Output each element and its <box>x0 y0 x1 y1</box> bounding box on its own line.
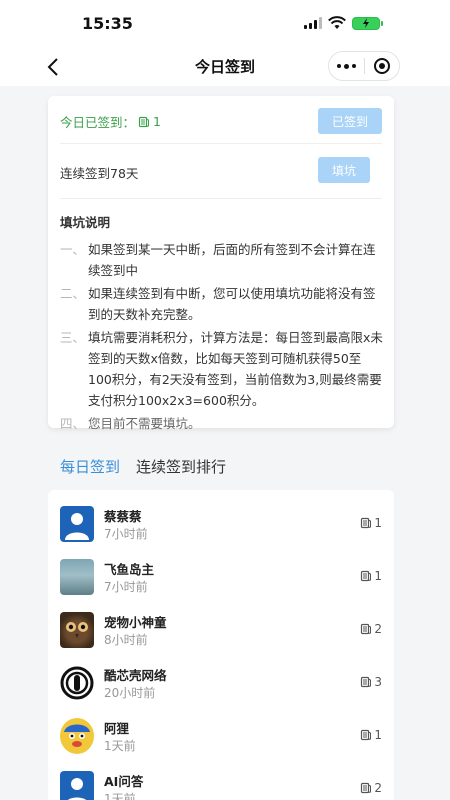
rule-text: 如果签到某一天中断，后面的所有签到不会计算在连续签到中 <box>88 242 376 278</box>
avatar <box>60 612 94 648</box>
list-item[interactable]: AI问答 1天前 2 <box>60 763 382 800</box>
checkin-tabs: 每日签到 连续签到排行 <box>60 456 226 477</box>
checkin-card: 今日已签到： 1 已签到 连续签到78天 填坑 填坑说明 一、 如果签到某一天中… <box>48 96 394 431</box>
list-item[interactable]: 宠物小神童 8小时前 2 <box>60 604 382 656</box>
user-name: 蔡蔡蔡 <box>104 509 142 524</box>
coin-count: 2 <box>360 622 382 636</box>
status-bar: 15:35 <box>0 0 450 48</box>
avatar <box>60 665 94 701</box>
coin-count: 1 <box>360 728 382 742</box>
avatar <box>60 771 94 800</box>
coin-count-value: 1 <box>374 516 382 530</box>
fill-button[interactable]: 填坑 <box>318 157 370 183</box>
rule-text: 您目前不需要填坑。 <box>88 416 201 431</box>
coin-count-value: 1 <box>374 728 382 742</box>
avatar <box>60 559 94 595</box>
coin-stack-icon <box>361 676 372 688</box>
streak-text: 连续签到78天 <box>60 166 139 181</box>
rule-item: 二、 如果连续签到有中断，您可以使用填坑功能将没有签到的天数补充完整。 <box>60 283 384 325</box>
rule-item: 四、 您目前不需要填坑。 <box>60 413 384 434</box>
rule-number: 三、 <box>60 330 86 345</box>
explanation-title: 填坑说明 <box>60 215 111 230</box>
user-name: AI问答 <box>104 774 144 789</box>
coin-count-value: 2 <box>374 781 382 795</box>
rule-number: 四、 <box>60 416 86 431</box>
rule-text: 填坑需要消耗积分，计算方法是：每日签到最高限x未签到的天数x倍数，比如每天签到可… <box>88 330 383 408</box>
rule-number: 一、 <box>60 242 86 257</box>
cellular-signal-icon <box>304 17 322 29</box>
fill-explanation: 填坑说明 一、 如果签到某一天中断，后面的所有签到不会计算在连续签到中 二、 如… <box>60 212 384 436</box>
coin-stack-icon <box>361 623 372 635</box>
coin-count-value: 1 <box>374 569 382 583</box>
rule-text: 如果连续签到有中断，您可以使用填坑功能将没有签到的天数补充完整。 <box>88 286 376 322</box>
list-item[interactable]: 阿狸 1天前 1 <box>60 710 382 762</box>
coin-stack-icon <box>361 570 372 582</box>
coin-count: 1 <box>360 569 382 583</box>
user-name: 阿狸 <box>104 721 130 736</box>
signed-today-row: 今日已签到： 1 已签到 <box>60 96 382 144</box>
avatar <box>60 506 94 542</box>
coin-count: 3 <box>360 675 382 689</box>
list-item[interactable]: 酷芯壳网络 20小时前 3 <box>60 657 382 709</box>
wifi-icon <box>328 16 346 29</box>
checkin-time: 8小时前 <box>104 633 148 647</box>
streak-row: 连续签到78天 填坑 <box>60 145 382 199</box>
checkin-time: 1天前 <box>104 792 136 800</box>
user-name: 飞鱼岛主 <box>104 562 155 577</box>
checkin-time: 20小时前 <box>104 686 156 700</box>
coin-stack-icon <box>361 782 372 794</box>
checkin-time: 7小时前 <box>104 527 148 541</box>
target-circle-icon[interactable] <box>365 51 399 81</box>
list-item[interactable]: 飞鱼岛主 7小时前 1 <box>60 551 382 603</box>
rule-item: 一、 如果签到某一天中断，后面的所有签到不会计算在连续签到中 <box>60 239 384 281</box>
user-name: 酷芯壳网络 <box>104 668 167 683</box>
mini-program-capsule <box>328 51 400 81</box>
signed-today-count: 1 <box>153 114 161 129</box>
checkin-time: 7小时前 <box>104 580 148 594</box>
rule-number: 二、 <box>60 286 86 301</box>
battery-charging-icon <box>352 16 383 30</box>
signed-button[interactable]: 已签到 <box>318 108 382 134</box>
coin-stack-icon <box>361 729 372 741</box>
checkin-time: 1天前 <box>104 739 136 753</box>
checkin-list: 蔡蔡蔡 7小时前 1 飞鱼岛主 7小时前 1 宠物小神童 8小时前 2 酷芯壳网… <box>48 490 394 800</box>
more-dots-icon[interactable] <box>329 51 364 81</box>
signed-today-text: 今日已签到： 1 <box>60 112 161 131</box>
coin-count-value: 2 <box>374 622 382 636</box>
nav-bar: 今日签到 <box>0 48 450 86</box>
user-name: 宠物小神童 <box>104 615 167 630</box>
list-item[interactable]: 蔡蔡蔡 7小时前 1 <box>60 498 382 550</box>
coin-stack-icon <box>138 116 150 127</box>
signed-today-label: 今日已签到： <box>60 115 136 130</box>
tab-streak-ranking[interactable]: 连续签到排行 <box>136 456 226 477</box>
status-icons <box>304 16 383 30</box>
avatar <box>60 718 94 754</box>
tab-daily-checkin[interactable]: 每日签到 <box>60 456 120 477</box>
coin-count: 2 <box>360 781 382 795</box>
coin-stack-icon <box>361 517 372 529</box>
status-time: 15:35 <box>82 14 133 33</box>
coin-count: 1 <box>360 516 382 530</box>
rule-item: 三、 填坑需要消耗积分，计算方法是：每日签到最高限x未签到的天数x倍数，比如每天… <box>60 327 384 411</box>
coin-count-value: 3 <box>374 675 382 689</box>
